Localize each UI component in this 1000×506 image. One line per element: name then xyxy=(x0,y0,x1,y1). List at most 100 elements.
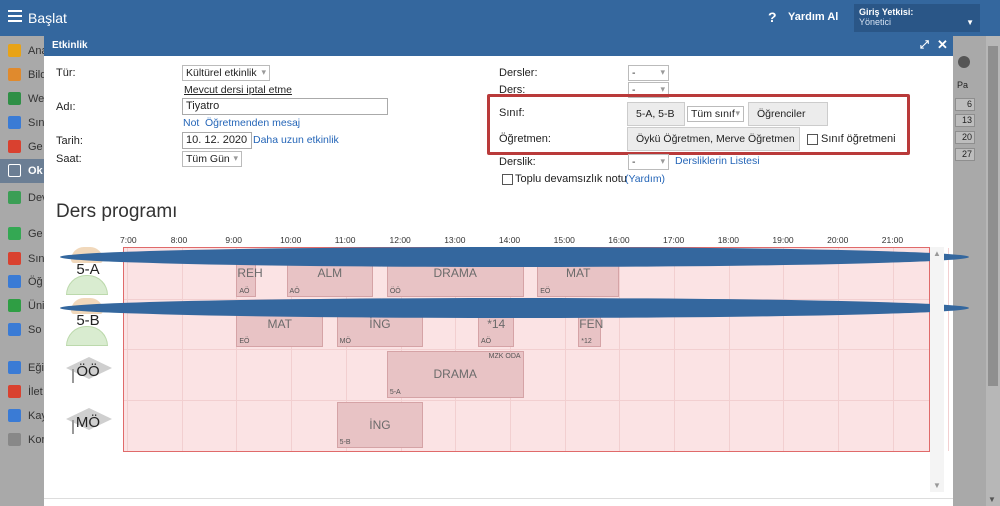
time-tick: 9:00 xyxy=(225,235,242,245)
event-room: MZK ODA xyxy=(488,353,521,360)
teacher-message-link[interactable]: Öğretmenden mesaj xyxy=(205,117,300,129)
sidebar-item-label: Kor xyxy=(28,434,44,446)
sidebar-item[interactable]: Bild xyxy=(0,63,44,87)
sidebar-item[interactable]: Öğ xyxy=(0,270,44,294)
time-tick: 19:00 xyxy=(772,235,794,245)
check-icon xyxy=(8,227,21,240)
scroll-down-icon[interactable]: ▼ xyxy=(988,495,996,504)
start-title[interactable]: Başlat xyxy=(28,10,67,26)
name-input[interactable]: Tiyatro xyxy=(182,98,388,115)
user-icon xyxy=(8,191,21,204)
note-link[interactable]: Not xyxy=(183,117,199,129)
event-name: DRAMA xyxy=(433,266,477,280)
class-avatar: 5-B xyxy=(60,298,969,350)
cancel-lesson-link[interactable]: Mevcut dersi iptal etme xyxy=(184,84,292,96)
time-tick: 14:00 xyxy=(498,235,521,245)
event-name: *14 xyxy=(487,316,506,331)
sidebar-item-label: Sın xyxy=(28,253,44,265)
top-bar: Başlat ? Yardım Al Giriş Yetkisi: Yöneti… xyxy=(0,0,1000,36)
sidebar-item-label: Kay xyxy=(28,410,44,422)
col-header: Pa xyxy=(957,80,969,90)
next-arrow-icon[interactable] xyxy=(958,56,970,68)
event-teacher: 5-B xyxy=(339,439,351,446)
type-select[interactable]: Kültürel etkinlik xyxy=(182,65,270,81)
time-tick: 7:00 xyxy=(120,235,137,245)
sidebar-item[interactable]: Kor xyxy=(0,428,44,452)
sidebar-item[interactable]: Ge xyxy=(0,135,44,159)
scroll-up-icon[interactable]: ▲ xyxy=(933,249,941,258)
event-teacher: *12 xyxy=(581,338,592,345)
home-icon xyxy=(8,92,21,105)
date-label: Tarih: xyxy=(56,135,83,147)
schedule-scrollbar[interactable]: ▲ ▼ xyxy=(930,247,944,492)
hamburger-menu-icon[interactable] xyxy=(8,10,22,22)
sidebar-item[interactable]: Kay xyxy=(0,404,44,428)
scroll-down-icon[interactable]: ▼ xyxy=(933,481,941,490)
grid-hour-line xyxy=(947,248,949,451)
day-cell[interactable]: 6 xyxy=(955,98,975,111)
role-selector[interactable]: Giriş Yetkisi: Yönetici ▼ xyxy=(854,4,980,32)
classroom-select[interactable]: - xyxy=(628,154,669,170)
sidebar-item[interactable]: Ok xyxy=(0,159,44,183)
sidebar-item-label: Ge xyxy=(28,141,43,153)
sidebar-item-label: Eği xyxy=(28,362,44,374)
book-icon xyxy=(8,361,21,374)
sidebar-item[interactable]: İlet xyxy=(0,380,44,404)
dialog-title: Etkinlik xyxy=(52,40,88,51)
time-tick: 16:00 xyxy=(608,235,630,245)
lessons-select[interactable]: - xyxy=(628,65,669,81)
schedule-event[interactable]: İNG 5-B xyxy=(336,401,424,448)
day-cell[interactable]: 20 xyxy=(955,131,975,144)
sidebar-item[interactable]: Ana xyxy=(0,39,44,63)
event-teacher: EÖ xyxy=(540,287,551,295)
sidebar-item[interactable]: Sın xyxy=(0,111,44,135)
name-label: Adı: xyxy=(56,101,76,113)
sidebar-item[interactable]: Sın xyxy=(0,247,44,271)
time-select[interactable]: Tüm Gün xyxy=(182,151,242,167)
grid-row-line xyxy=(124,349,929,350)
bulk-absence-checkbox[interactable] xyxy=(502,174,513,185)
mail-icon xyxy=(8,68,21,81)
lessons-label: Dersler: xyxy=(499,67,538,79)
sidebar-item-label: Ge xyxy=(28,228,43,240)
chevron-down-icon: ▼ xyxy=(966,18,974,27)
sidebar-item[interactable]: Ge xyxy=(0,222,44,246)
long-event-link[interactable]: Daha uzun etkinlik xyxy=(253,134,339,146)
day-cell[interactable]: 27 xyxy=(955,148,975,161)
sidebar-item[interactable]: Dev xyxy=(0,186,44,210)
board-icon xyxy=(8,116,21,129)
help-link-absence[interactable]: (Yardım) xyxy=(625,173,665,185)
close-icon[interactable]: ✕ xyxy=(937,37,948,53)
scroll-thumb[interactable] xyxy=(988,46,998,386)
sidebar-item[interactable]: We xyxy=(0,87,44,111)
type-label: Tür: xyxy=(56,67,76,79)
sidebar-item[interactable]: Eği xyxy=(0,356,44,380)
sidebar-item-label: Ana xyxy=(28,45,44,57)
date-input[interactable]: 10. 12. 2020 xyxy=(182,132,252,149)
help-link[interactable]: Yardım Al xyxy=(788,11,838,23)
page-scrollbar[interactable]: ▼ xyxy=(986,36,1000,506)
event-teacher: 5-A xyxy=(389,388,401,396)
schedule-event[interactable]: DRAMA 5-A MZK ODA xyxy=(386,351,524,398)
sidebar-item[interactable]: So xyxy=(0,318,44,342)
time-tick: 12:00 xyxy=(389,235,411,245)
row-label: 5-A xyxy=(76,261,100,278)
event-name: REH xyxy=(237,266,263,280)
badge-icon xyxy=(8,252,21,265)
event-name: FEN xyxy=(579,316,604,331)
calendar-icon xyxy=(8,164,21,177)
help-icon[interactable]: ? xyxy=(768,9,777,25)
time-tick: 10:00 xyxy=(280,235,302,245)
expand-icon[interactable]: ⤢ xyxy=(920,39,929,52)
role-label: Giriş Yetkisi: xyxy=(859,7,914,17)
classroom-list-link[interactable]: Dersliklerin Listesi xyxy=(675,155,760,167)
day-cell[interactable]: 13 xyxy=(955,114,975,127)
time-label: Saat: xyxy=(56,153,82,165)
dialog-footer-divider xyxy=(44,498,953,499)
event-teacher: EÖ xyxy=(239,338,250,345)
sidebar-item-label: Üni xyxy=(28,300,44,312)
time-tick: 18:00 xyxy=(717,235,739,245)
sidebar-item-label: Dev xyxy=(28,192,44,204)
sidebar: Ana Bild We Sın Ge Ok Dev Ge Sın Öğ Üni So Eği İlet Ka… xyxy=(0,36,44,506)
sidebar-item[interactable]: Üni xyxy=(0,294,44,318)
